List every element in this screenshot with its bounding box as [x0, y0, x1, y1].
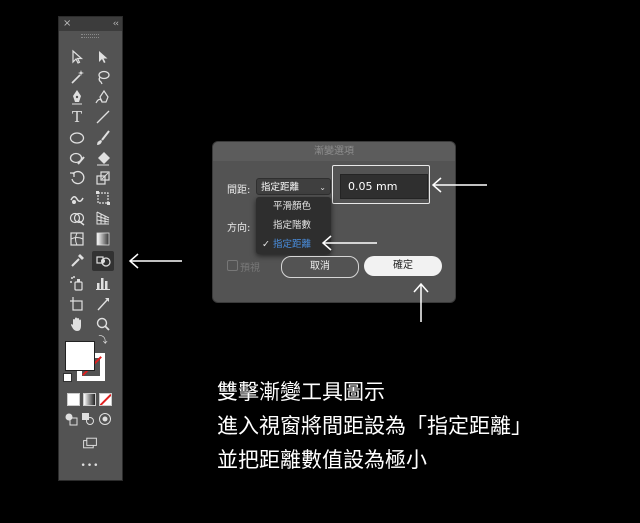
eyedropper-tool-icon[interactable] [66, 251, 88, 271]
menu-item-smooth-color[interactable]: 平滑顏色 [256, 197, 331, 216]
grip-handle[interactable] [59, 31, 122, 39]
arrow-to-value-icon [431, 177, 487, 193]
eraser-tool-icon[interactable] [92, 148, 114, 168]
selection-tool-icon[interactable] [66, 47, 88, 67]
tools-panel-titlebar: × ‹‹ [59, 17, 122, 31]
color-mode-icon[interactable] [67, 393, 80, 406]
default-fill-stroke-icon[interactable] [63, 373, 72, 382]
draw-behind-icon[interactable] [80, 409, 96, 425]
hand-tool-icon[interactable] [66, 314, 88, 334]
spacing-label: 間距: [227, 185, 251, 196]
menu-item-specified-distance[interactable]: ✓ 指定距離 [256, 235, 331, 254]
menu-item-label: 指定距離 [273, 239, 312, 250]
close-icon[interactable]: × [63, 17, 71, 31]
shape-builder-tool-icon[interactable] [66, 208, 88, 228]
slice-tool-icon[interactable] [92, 294, 114, 314]
caption-line-1: 雙擊漸變工具圖示 [217, 380, 385, 404]
magic-wand-tool-icon[interactable] [66, 67, 88, 87]
perspective-grid-tool-icon[interactable] [92, 208, 114, 228]
screen-mode-icon[interactable] [79, 433, 101, 449]
draw-inside-icon[interactable] [97, 409, 113, 425]
gradient-mode-icon[interactable] [83, 393, 96, 406]
free-transform-tool-icon[interactable] [92, 188, 114, 208]
paintbrush-tool-icon[interactable] [92, 128, 114, 148]
lasso-tool-icon[interactable] [92, 67, 114, 87]
draw-normal-icon[interactable] [63, 409, 79, 426]
tools-panel: × ‹‹ T ⤵ ••• [59, 17, 122, 480]
zoom-tool-icon[interactable] [92, 314, 114, 334]
blend-options-dialog: 漸變選項 間距: 指定距離 ⌄ 0.05 mm 方向: 平滑顏色 指定階數 ✓ … [213, 142, 455, 302]
orientation-label: 方向: [227, 223, 251, 234]
column-graph-tool-icon[interactable] [92, 273, 114, 293]
spacing-select[interactable]: 指定距離 ⌄ [256, 178, 331, 195]
caption-line-2: 進入視窗將間距設為「指定距離」 [217, 414, 532, 438]
menu-item-specified-steps[interactable]: 指定階數 [256, 216, 331, 235]
direct-selection-tool-icon[interactable] [92, 47, 114, 67]
edit-toolbar-more-icon[interactable]: ••• [79, 456, 101, 476]
warp-tool-icon[interactable] [66, 188, 88, 208]
arrow-to-menu-item-icon [321, 235, 377, 251]
cancel-button[interactable]: 取消 [281, 256, 359, 278]
preview-checkbox[interactable] [227, 260, 238, 271]
scale-tool-icon[interactable] [92, 168, 114, 188]
gradient-tool-icon[interactable] [92, 229, 114, 249]
type-tool-icon[interactable]: T [66, 107, 88, 127]
pen-tool-icon[interactable] [66, 87, 88, 107]
fill-swatch[interactable] [65, 341, 95, 371]
shaper-tool-icon[interactable] [66, 148, 88, 168]
blend-tool-icon[interactable] [92, 251, 114, 271]
ellipse-tool-icon[interactable] [66, 128, 88, 148]
arrow-to-ok-button-icon [413, 282, 429, 322]
chevron-down-icon: ⌄ [319, 183, 326, 192]
checkmark-icon: ✓ [262, 239, 270, 250]
arrow-to-blend-tool-icon [128, 253, 182, 269]
ok-button[interactable]: 確定 [364, 256, 442, 276]
swap-fill-stroke-icon[interactable]: ⤵ [96, 335, 110, 347]
caption-line-3: 並把距離數值設為極小 [217, 448, 427, 472]
artboard-tool-icon[interactable] [66, 294, 88, 314]
spacing-select-value: 指定距離 [261, 182, 300, 193]
none-mode-icon[interactable] [99, 393, 112, 406]
symbol-sprayer-tool-icon[interactable] [66, 273, 88, 293]
dialog-title: 漸變選項 [213, 142, 455, 161]
spacing-value-input[interactable]: 0.05 mm [340, 174, 428, 199]
curvature-tool-icon[interactable] [92, 87, 114, 107]
rotate-tool-icon[interactable] [66, 168, 88, 188]
spacing-dropdown-menu: 平滑顏色 指定階數 ✓ 指定距離 [256, 197, 331, 254]
preview-label: 預視 [240, 263, 260, 274]
line-segment-tool-icon[interactable] [92, 107, 114, 127]
mesh-tool-icon[interactable] [66, 229, 88, 249]
collapse-icon[interactable]: ‹‹ [113, 17, 119, 31]
